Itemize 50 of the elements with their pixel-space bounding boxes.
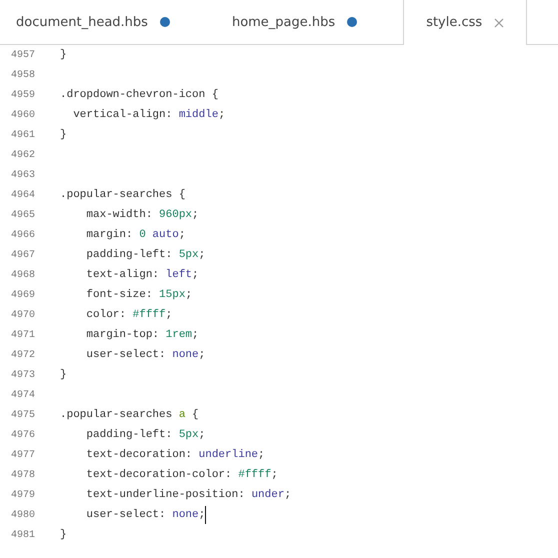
file-tab[interactable]: style.css [403, 0, 528, 45]
line-number: 4967 [10, 250, 36, 260]
line-number: 4973 [10, 370, 36, 380]
line-number: 4963 [10, 170, 36, 180]
unsaved-dot-icon [347, 17, 358, 27]
line-number: 4978 [10, 470, 36, 480]
code-line: user-select: none; [85, 509, 206, 521]
line-number: 4964 [10, 190, 36, 200]
code-line: margin: 0 auto; [85, 229, 186, 241]
code-line: color: #ffff; [85, 309, 172, 321]
code-line: text-underline-position: under; [85, 489, 292, 501]
line-number: 4974 [10, 390, 36, 400]
code-line: text-align: left; [85, 269, 199, 281]
line-number: 4976 [10, 430, 36, 440]
code-line: font-size: 15px; [85, 289, 192, 301]
line-number: 4965 [10, 210, 36, 220]
close-icon[interactable] [494, 18, 504, 28]
line-number: 4958 [10, 70, 36, 80]
code-line: .dropdown-chevron-icon { [60, 89, 218, 101]
line-number: 4961 [10, 130, 36, 140]
code-line: user-select: none; [85, 349, 206, 361]
line-number: 4972 [10, 350, 36, 360]
line-number: 4960 [10, 110, 36, 120]
line-number: 4957 [10, 50, 36, 60]
line-number: 4970 [10, 310, 36, 320]
line-number: 4968 [10, 270, 36, 280]
line-number: 4979 [10, 490, 36, 500]
unsaved-dot-icon [160, 17, 170, 27]
line-number: 4971 [10, 330, 36, 340]
line-number: 4975 [10, 410, 36, 420]
code-line: text-decoration: underline; [85, 449, 265, 461]
code-line: padding-left: 5px; [85, 249, 206, 261]
line-number: 4969 [10, 290, 36, 300]
code-line: .popular-searches a { [60, 409, 199, 421]
code-line: vertical-align: middle; [72, 109, 226, 121]
line-number: 4981 [10, 530, 36, 540]
line-number: 4959 [10, 90, 36, 100]
code-line: margin-top: 1rem; [85, 329, 199, 341]
code-line: } [60, 49, 67, 61]
line-number: 4977 [10, 450, 36, 460]
line-number: 4980 [10, 510, 36, 520]
line-number: 4966 [10, 230, 36, 240]
code-line: } [60, 369, 67, 381]
code-line: } [60, 129, 67, 141]
code-line: max-width: 960px; [85, 209, 199, 221]
code-line: padding-left: 5px; [85, 429, 206, 441]
code-line: .popular-searches { [60, 189, 186, 201]
code-line: } [60, 529, 67, 541]
code-line: text-decoration-color: #ffff; [85, 469, 278, 481]
line-number: 4962 [10, 150, 36, 160]
